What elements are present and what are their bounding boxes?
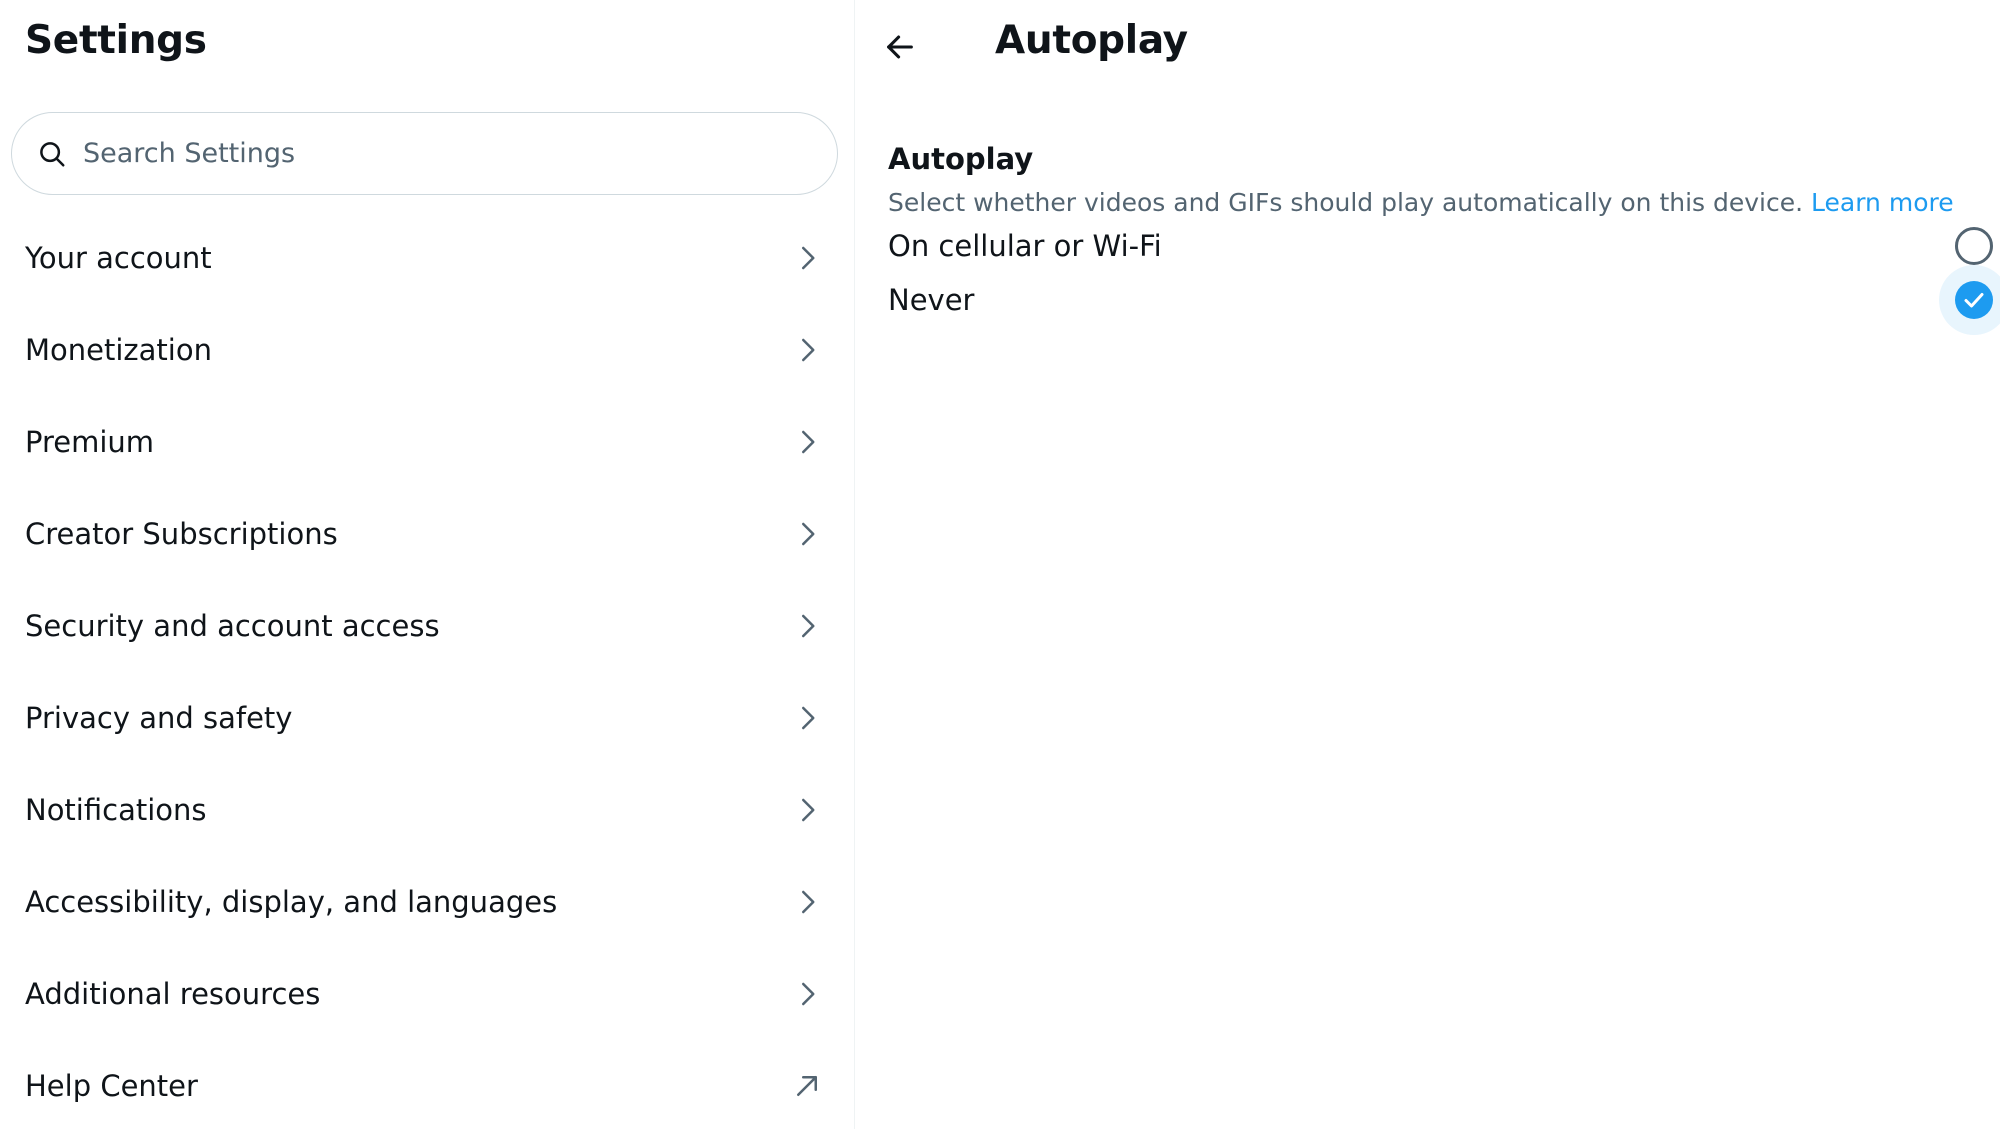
app-window: Settings Your account Monetization Premi… (0, 0, 2000, 1129)
settings-item-help-center[interactable]: Help Center (0, 1040, 854, 1132)
settings-item-label: Monetization (25, 333, 212, 367)
settings-item-notifications[interactable]: Notifications (0, 764, 854, 856)
settings-item-additional-resources[interactable]: Additional resources (0, 948, 854, 1040)
settings-title: Settings (25, 18, 207, 63)
settings-item-premium[interactable]: Premium (0, 396, 854, 488)
settings-item-label: Privacy and safety (25, 701, 293, 735)
chevron-right-icon (802, 430, 815, 454)
settings-item-accessibility[interactable]: Accessibility, display, and languages (0, 856, 854, 948)
chevron-right-icon (802, 982, 815, 1006)
search-box[interactable] (11, 112, 838, 195)
settings-item-privacy[interactable]: Privacy and safety (0, 672, 854, 764)
arrow-left-icon (887, 35, 913, 59)
chevron-right-icon (802, 246, 815, 270)
chevron-right-icon (802, 614, 815, 638)
settings-item-label: Creator Subscriptions (25, 517, 338, 551)
chevron-right-icon (802, 338, 815, 362)
option-label: Never (888, 283, 975, 317)
section-heading: Autoplay (888, 142, 1034, 176)
settings-item-your-account[interactable]: Your account (0, 212, 854, 304)
settings-item-label: Help Center (25, 1069, 198, 1103)
settings-item-monetization[interactable]: Monetization (0, 304, 854, 396)
settings-item-label: Additional resources (25, 977, 321, 1011)
chevron-right-icon (802, 522, 815, 546)
chevron-right-icon (802, 890, 815, 914)
settings-item-label: Security and account access (25, 609, 440, 643)
description-text: Select whether videos and GIFs should pl… (888, 188, 1804, 217)
external-link-icon (797, 1076, 817, 1096)
settings-item-label: Your account (25, 241, 212, 275)
search-input[interactable] (81, 137, 785, 170)
settings-menu: Your account Monetization Premium Creato… (0, 212, 854, 1132)
search-icon (40, 141, 65, 166)
settings-item-label: Accessibility, display, and languages (25, 885, 558, 919)
settings-sidebar: Settings Your account Monetization Premi… (0, 0, 855, 1129)
chevron-right-icon (802, 798, 815, 822)
page-title: Autoplay (995, 18, 1188, 63)
option-label: On cellular or Wi-Fi (888, 229, 1162, 263)
radio-button-checked[interactable] (1939, 265, 2000, 335)
settings-item-creator-subscriptions[interactable]: Creator Subscriptions (0, 488, 854, 580)
section-description: Select whether videos and GIFs should pl… (888, 188, 1954, 217)
chevron-right-icon (802, 706, 815, 730)
back-button[interactable] (875, 22, 925, 72)
radio-button-unchecked[interactable] (1955, 227, 1993, 265)
learn-more-link[interactable]: Learn more (1811, 188, 1954, 217)
settings-item-label: Notifications (25, 793, 207, 827)
autoplay-panel: Autoplay Autoplay Select whether videos … (855, 0, 2000, 1129)
checkmark-icon (1964, 293, 1984, 308)
option-never[interactable]: Never (888, 265, 2000, 335)
option-cellular-or-wifi[interactable]: On cellular or Wi-Fi (888, 219, 1993, 273)
settings-item-security[interactable]: Security and account access (0, 580, 854, 672)
settings-item-label: Premium (25, 425, 155, 459)
